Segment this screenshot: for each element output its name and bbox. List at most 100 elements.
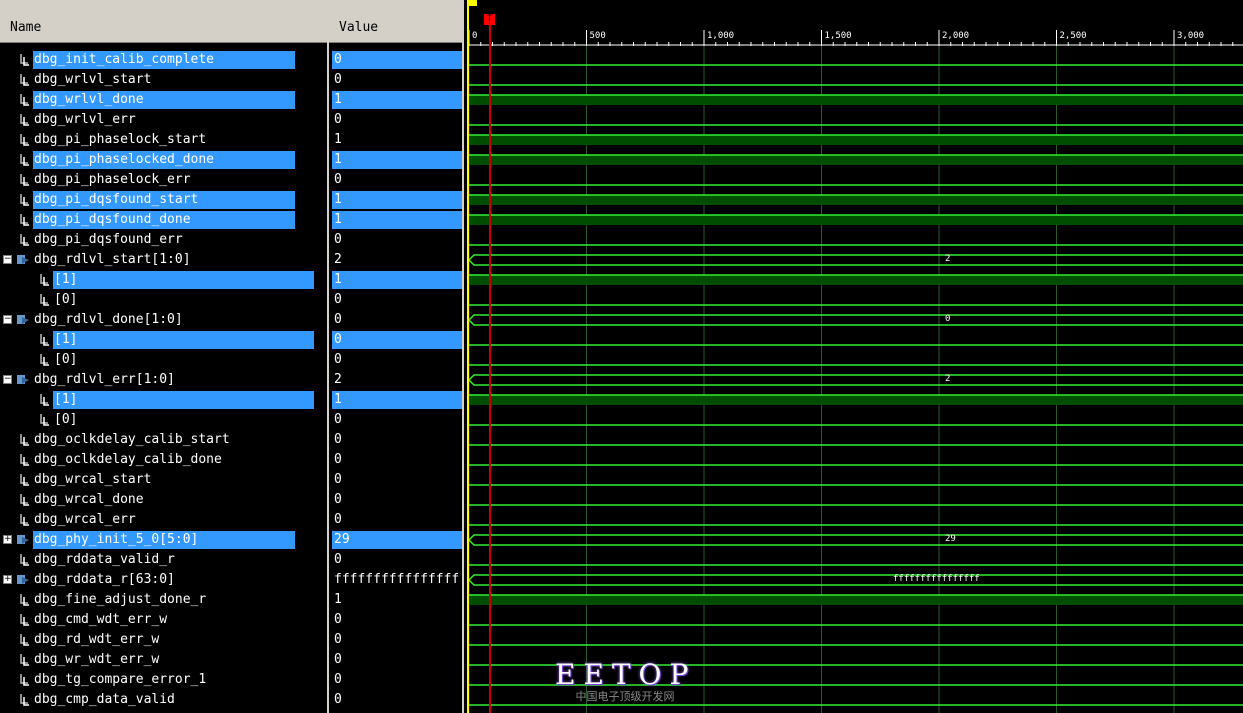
ruler-tick-label: 1,500 <box>824 31 852 41</box>
collapse-toggle-icon[interactable]: − <box>3 315 12 324</box>
signal-name[interactable]: dbg_pi_phaselock_err <box>34 172 191 188</box>
signal-name[interactable]: dbg_phy_init_5_0[5:0] <box>34 532 198 548</box>
signal-row[interactable]: [0] 0 <box>0 410 465 430</box>
origin-marker[interactable] <box>467 0 477 6</box>
signal-row[interactable]: dbg_fine_adjust_done_r 1 <box>0 590 465 610</box>
signal-row[interactable]: dbg_pi_dqsfound_done 1 <box>0 210 465 230</box>
bit-signal-icon <box>18 113 30 127</box>
signal-row[interactable]: − dbg_rdlvl_err[1:0] 2 <box>0 370 465 390</box>
signal-row[interactable]: dbg_cmd_wdt_err_w 0 <box>0 610 465 630</box>
signal-row[interactable]: dbg_wrcal_err 0 <box>0 510 465 530</box>
signal-row[interactable]: [0] 0 <box>0 290 465 310</box>
signal-name[interactable]: dbg_cmd_wdt_err_w <box>34 612 167 628</box>
signal-name[interactable]: dbg_rdlvl_start[1:0] <box>34 252 191 268</box>
signal-name[interactable]: dbg_rdlvl_err[1:0] <box>34 372 175 388</box>
signal-row[interactable]: dbg_tg_compare_error_1 0 <box>0 670 465 690</box>
signal-value: 1 <box>334 152 342 167</box>
row-selection-highlight <box>53 271 314 289</box>
signal-name[interactable]: dbg_rddata_valid_r <box>34 552 175 568</box>
signal-name[interactable]: [1] <box>54 392 77 408</box>
signal-row[interactable]: dbg_rd_wdt_err_w 0 <box>0 630 465 650</box>
signal-name[interactable]: dbg_pi_dqsfound_start <box>34 192 198 208</box>
signal-name[interactable]: [0] <box>54 292 77 308</box>
signal-row[interactable]: [1] 1 <box>0 390 465 410</box>
signal-row[interactable]: dbg_pi_phaselock_err 0 <box>0 170 465 190</box>
signal-name[interactable]: dbg_wrlvl_err <box>34 112 136 128</box>
signal-name[interactable]: [0] <box>54 352 77 368</box>
signal-name[interactable]: [0] <box>54 412 77 428</box>
bus-signal-icon <box>16 373 30 387</box>
signal-name[interactable]: [1] <box>54 332 77 348</box>
signal-name[interactable]: dbg_pi_phaselock_start <box>34 132 206 148</box>
signal-row[interactable]: [1] 0 <box>0 330 465 350</box>
signal-name[interactable]: dbg_cmp_data_valid <box>34 692 175 708</box>
collapse-toggle-icon[interactable]: − <box>3 375 12 384</box>
signal-name[interactable]: dbg_wrcal_err <box>34 512 136 528</box>
signal-row[interactable]: dbg_oclkdelay_calib_start 0 <box>0 430 465 450</box>
signal-row[interactable]: dbg_oclkdelay_calib_done 0 <box>0 450 465 470</box>
collapse-toggle-icon[interactable]: − <box>3 255 12 264</box>
waveform-canvas[interactable]: 0 500 1,000 1,500 2,000 2,500 3,000 T 2 0 2 29 fff… <box>465 0 1243 713</box>
signal-row[interactable]: dbg_pi_dqsfound_err 0 <box>0 230 465 250</box>
waveform-high-fill <box>469 595 1243 605</box>
signal-name[interactable]: dbg_oclkdelay_calib_done <box>34 452 222 468</box>
signal-row[interactable]: dbg_wrlvl_start 0 <box>0 70 465 90</box>
signal-name[interactable]: dbg_wrcal_start <box>34 472 151 488</box>
expand-toggle-icon[interactable]: + <box>3 535 12 544</box>
signal-row[interactable]: dbg_pi_phaselock_start 1 <box>0 130 465 150</box>
signal-name[interactable]: dbg_wrlvl_start <box>34 72 151 88</box>
waveform-high-fill <box>469 275 1243 285</box>
signal-row[interactable]: dbg_init_calib_complete 0 <box>0 50 465 70</box>
signal-name[interactable]: dbg_init_calib_complete <box>34 52 214 68</box>
signal-row[interactable]: − dbg_rdlvl_start[1:0] 2 <box>0 250 465 270</box>
signal-name[interactable]: dbg_pi_dqsfound_err <box>34 232 183 248</box>
signal-row[interactable]: − dbg_rdlvl_done[1:0] 0 <box>0 310 465 330</box>
signal-row[interactable]: + dbg_phy_init_5_0[5:0] 29 <box>0 530 465 550</box>
signal-row[interactable]: dbg_pi_phaselocked_done 1 <box>0 150 465 170</box>
signal-name[interactable]: dbg_wrcal_done <box>34 492 144 508</box>
bit-signal-icon <box>18 613 30 627</box>
signal-row[interactable]: [1] 1 <box>0 270 465 290</box>
signal-name[interactable]: dbg_wr_wdt_err_w <box>34 652 159 668</box>
signal-name[interactable]: dbg_rddata_r[63:0] <box>34 572 175 588</box>
signal-row[interactable]: dbg_wr_wdt_err_w 0 <box>0 650 465 670</box>
bit-signal-icon <box>18 453 30 467</box>
signal-name[interactable]: dbg_oclkdelay_calib_start <box>34 432 230 448</box>
bus-waveform <box>467 314 1243 326</box>
name-column-header[interactable]: Name <box>0 0 327 43</box>
signal-name[interactable]: dbg_fine_adjust_done_r <box>34 592 206 608</box>
signal-row[interactable]: dbg_wrcal_start 0 <box>0 470 465 490</box>
signal-value: 0 <box>334 332 342 347</box>
signal-value: 0 <box>334 352 342 367</box>
time-cursor[interactable] <box>489 18 491 713</box>
expand-toggle-icon[interactable]: + <box>3 575 12 584</box>
time-cursor-tag[interactable]: T <box>484 14 495 25</box>
signal-value: 0 <box>334 292 342 307</box>
signal-row[interactable]: dbg_wrlvl_err 0 <box>0 110 465 130</box>
signal-name[interactable]: dbg_pi_phaselocked_done <box>34 152 214 168</box>
signal-value: 0 <box>334 72 342 87</box>
signal-name[interactable]: dbg_rd_wdt_err_w <box>34 632 159 648</box>
signal-name[interactable]: dbg_wrlvl_done <box>34 92 144 108</box>
signal-name[interactable]: dbg_rdlvl_done[1:0] <box>34 312 183 328</box>
signal-value: ffffffffffffffff <box>334 572 460 587</box>
signal-name[interactable]: dbg_pi_dqsfound_done <box>34 212 191 228</box>
signal-row[interactable]: dbg_wrcal_done 0 <box>0 490 465 510</box>
signal-row[interactable]: [0] 0 <box>0 350 465 370</box>
signal-row[interactable]: dbg_wrlvl_done 1 <box>0 90 465 110</box>
time-ruler[interactable]: 0 500 1,000 1,500 2,000 2,500 3,000 <box>465 0 1243 46</box>
signal-row[interactable]: dbg_pi_dqsfound_start 1 <box>0 190 465 210</box>
bus-signal-icon <box>16 253 30 267</box>
bus-signal-icon <box>16 313 30 327</box>
signal-value: 0 <box>334 632 342 647</box>
signal-row[interactable]: dbg_cmp_data_valid 0 <box>0 690 465 710</box>
bus-value-label: 2 <box>945 374 951 384</box>
value-column-header[interactable]: Value <box>329 0 462 43</box>
signal-value: 1 <box>334 192 342 207</box>
signal-row[interactable]: dbg_rddata_valid_r 0 <box>0 550 465 570</box>
signal-name[interactable]: dbg_tg_compare_error_1 <box>34 672 206 688</box>
signal-row[interactable]: + dbg_rddata_r[63:0] ffffffffffffffff <box>0 570 465 590</box>
bus-value-label: 29 <box>945 534 956 544</box>
waveform-high-fill <box>469 215 1243 225</box>
signal-name[interactable]: [1] <box>54 272 77 288</box>
